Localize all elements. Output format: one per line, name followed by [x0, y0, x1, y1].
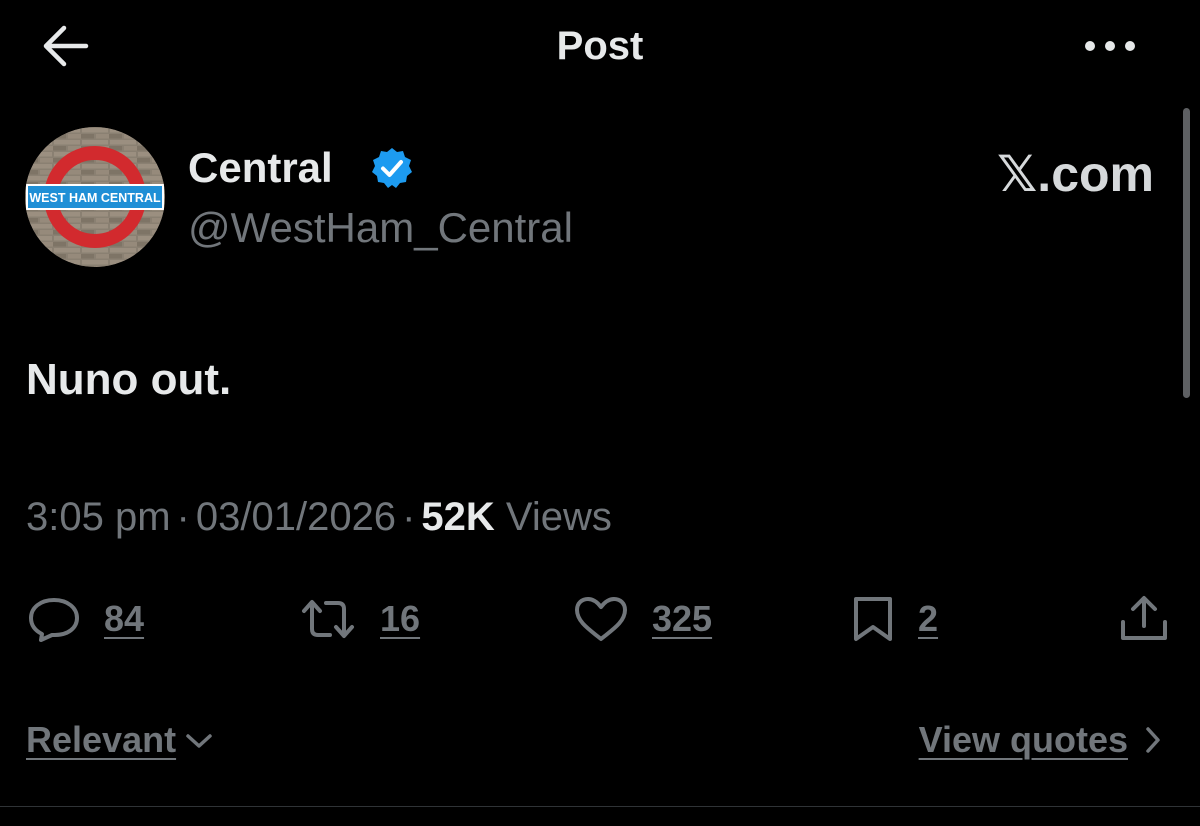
avatar[interactable]: WEST HAM CENTRAL	[25, 127, 165, 267]
separator-dot: ·	[176, 495, 190, 539]
chevron-right-icon	[1146, 727, 1160, 753]
view-quotes-label: View quotes	[918, 719, 1128, 760]
reply-icon	[29, 598, 79, 642]
divider	[0, 806, 1200, 807]
chevron-down-icon	[186, 734, 212, 748]
sort-replies-button[interactable]: Relevant	[26, 716, 216, 764]
bookmark-icon	[854, 597, 892, 641]
verified-badge-icon	[372, 148, 412, 188]
repost-icon	[302, 600, 354, 638]
post-text: Nuno out.	[26, 355, 232, 404]
views-count: 52K	[421, 495, 495, 539]
page-title: Post	[556, 24, 644, 68]
author-handle[interactable]: @WestHam_Central	[188, 200, 573, 256]
repost-button[interactable]: 16	[298, 592, 420, 646]
reply-count: 84	[104, 598, 145, 639]
like-count: 325	[652, 598, 713, 639]
avatar-text: WEST HAM CENTRAL	[29, 191, 161, 205]
author-name[interactable]: Central	[188, 140, 333, 196]
more-options-button[interactable]	[1080, 26, 1144, 66]
repost-count: 16	[380, 598, 421, 639]
scrollbar[interactable]	[1183, 108, 1190, 398]
view-quotes-button[interactable]: View quotes	[890, 716, 1170, 764]
roundel-logo: WEST HAM CENTRAL	[25, 127, 165, 267]
watermark: 𝕏.com	[997, 146, 1154, 202]
sort-label: Relevant	[26, 719, 177, 760]
bookmark-count: 2	[918, 598, 939, 639]
share-button[interactable]	[1118, 592, 1170, 646]
more-horizontal-icon	[1085, 41, 1135, 51]
post-date[interactable]: 03/01/2026	[196, 495, 396, 539]
bookmark-button[interactable]: 2	[850, 592, 938, 646]
like-button[interactable]: 325	[572, 592, 712, 646]
heart-icon	[575, 597, 627, 641]
share-icon	[1121, 596, 1167, 640]
post-time[interactable]: 3:05 pm	[26, 495, 171, 539]
top-bar: Post	[0, 0, 1200, 92]
post-metadata: 3:05 pm · 03/01/2026 · 52K Views	[26, 492, 612, 542]
separator-dot: ·	[402, 495, 416, 539]
views-label: Views	[505, 495, 612, 539]
reply-button[interactable]: 84	[26, 592, 144, 646]
